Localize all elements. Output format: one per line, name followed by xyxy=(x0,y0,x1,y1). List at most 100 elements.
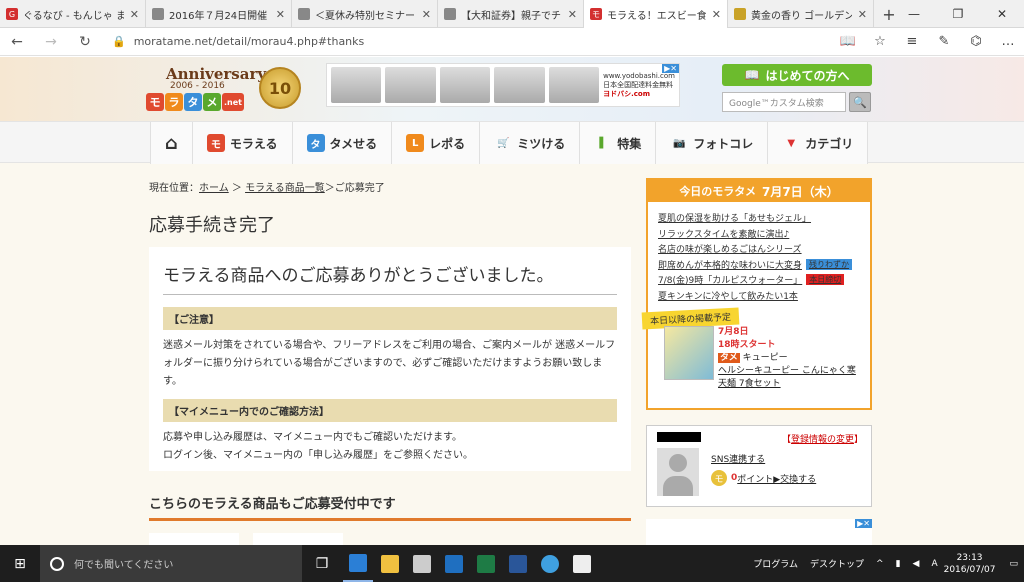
nav-item-tame[interactable]: タタメせる xyxy=(291,122,392,164)
edge-app-icon[interactable] xyxy=(343,545,373,582)
explorer-app-icon[interactable] xyxy=(375,545,405,582)
ie-app-icon[interactable] xyxy=(535,545,565,582)
web-note-icon[interactable]: ✎ xyxy=(928,28,960,56)
browser-tab[interactable]: ＜夏休み特別セミナー＞「親子 ✕ xyxy=(292,0,438,28)
breadcrumb-separator: ＞ xyxy=(228,183,246,194)
reading-view-icon[interactable]: 📖 xyxy=(832,28,864,56)
more-products-thumbs xyxy=(149,533,357,545)
side-ad[interactable]: ▶✕ xyxy=(646,519,872,545)
site-logo[interactable]: Anniversary 2006 - 2016 モ ラ タ メ .net 10 xyxy=(146,63,306,115)
back-icon[interactable]: ← xyxy=(0,28,34,56)
today-item-link[interactable]: 7/8(金)9時「カルピスウォーター」 xyxy=(658,273,802,286)
browser-tab[interactable]: 【大和証券】親子でチャレンジ ✕ xyxy=(438,0,584,28)
ad-banner[interactable]: www.yodobashi.com 日本全国配達料金無料 ヨドバシ.com ▶✕ xyxy=(326,63,680,107)
points-exchange-link[interactable]: ポイント▶交換する xyxy=(737,472,816,485)
points-row[interactable]: モ 0 ポイント▶交換する xyxy=(711,470,816,486)
today-item[interactable]: 夏キンキンに冷やして飲みたい1本 xyxy=(658,288,860,304)
hub-icon[interactable]: ≡ xyxy=(896,28,928,56)
search-button[interactable]: 🔍 xyxy=(849,92,871,112)
ime-icon[interactable]: A xyxy=(931,559,937,569)
more-icon[interactable]: … xyxy=(992,28,1024,56)
tab-favicon-icon xyxy=(298,8,310,20)
close-tab-icon[interactable]: ✕ xyxy=(858,8,867,21)
tab-title: 2016年７月24日開催 大 xyxy=(169,10,270,22)
today-item-link[interactable]: 夏肌の保湿を助ける「あせもジェル」 xyxy=(658,211,811,224)
tab-favicon-icon xyxy=(444,8,456,20)
tab-title: 【大和証券】親子でチャレンジ xyxy=(461,10,562,22)
browser-tab[interactable]: モモラえる！エスビー食品株 ✕ xyxy=(584,0,728,28)
today-item-link[interactable]: 即席めんが本格的な味わいに大変身 xyxy=(658,258,802,271)
favorite-star-icon[interactable]: ☆ xyxy=(864,28,896,56)
notification-icon[interactable]: ▭ xyxy=(1009,559,1018,569)
today-item[interactable]: 夏肌の保湿を助ける「あせもジェル」 xyxy=(658,210,860,226)
file-app-icon[interactable] xyxy=(567,545,597,582)
nav-item-triangle[interactable]: ▼ カテゴリ xyxy=(767,122,869,164)
nav-item-camera[interactable]: 📷 フォトコレ xyxy=(655,122,768,164)
today-item-link[interactable]: リラックスタイムを素敵に演出♪ xyxy=(658,227,789,240)
minimize-icon[interactable]: — xyxy=(892,0,936,28)
nav-item-cart[interactable]: 🛒 ミツける xyxy=(479,122,580,164)
browser-tab[interactable]: 黄金の香り ゴールデンカレー ✕ xyxy=(728,0,874,28)
today-item-link[interactable]: 夏キンキンに冷やして飲みたい1本 xyxy=(658,289,798,302)
ad-choices-icon[interactable]: ▶✕ xyxy=(855,519,872,528)
today-item[interactable]: 即席めんが本格的な味わいに大変身 残りわずか xyxy=(658,257,860,273)
share-icon[interactable]: ⌬ xyxy=(960,28,992,56)
nav-item-repo[interactable]: L レポる xyxy=(391,122,480,164)
today-item[interactable]: リラックスタイムを素敵に演出♪ xyxy=(658,226,860,242)
nav-item-home[interactable]: ⌂ xyxy=(150,122,192,164)
product-thumb[interactable] xyxy=(253,533,343,545)
today-item-link[interactable]: 名店の味が楽しめるごはんシリーズ xyxy=(658,242,802,255)
close-tab-icon[interactable]: ✕ xyxy=(276,8,285,21)
more-products-heading: こちらのモラえる商品もご応募受付中です xyxy=(149,493,631,521)
windows-start-icon[interactable]: ⊞ xyxy=(0,545,40,582)
refresh-icon[interactable]: ↻ xyxy=(68,28,102,56)
close-window-icon[interactable]: ✕ xyxy=(980,0,1024,28)
task-view-icon[interactable]: ❐ xyxy=(302,545,342,582)
volume-icon[interactable]: ◀ xyxy=(913,559,920,569)
excel-app-icon[interactable] xyxy=(471,545,501,582)
close-tab-icon[interactable]: ✕ xyxy=(422,8,431,21)
desktop-toolbar[interactable]: デスクトップ xyxy=(810,557,864,570)
program-toolbar[interactable]: プログラム xyxy=(753,557,798,570)
nav-item-flag[interactable]: ▌ 特集 xyxy=(579,122,656,164)
flag-icon: ▌ xyxy=(599,137,608,149)
today-item[interactable]: 7/8(金)9時「カルピスウォーター」 本日締切 xyxy=(658,272,860,288)
product-thumb[interactable] xyxy=(149,533,239,545)
tray-arrow-icon[interactable]: ^ xyxy=(876,559,884,569)
cortana-placeholder: 何でも聞いてください xyxy=(74,560,174,571)
first-time-button[interactable]: 📖 はじめての方へ xyxy=(722,64,872,86)
outlook-app-icon[interactable] xyxy=(439,545,469,582)
address-bar[interactable]: 🔒 moratame.net/detail/morau4.php#thanks xyxy=(112,35,364,48)
nav-item-morau[interactable]: モモラえる xyxy=(191,122,292,164)
clock[interactable]: 23:13 2016/07/07 xyxy=(944,552,996,576)
product-image[interactable] xyxy=(664,326,714,380)
breadcrumb-prefix: 現在位置： xyxy=(149,183,199,194)
store-app-icon[interactable] xyxy=(407,545,437,582)
brand-net: .net xyxy=(222,93,244,111)
sns-link[interactable]: SNS連携する xyxy=(711,452,765,465)
tab-bar: Gぐるなび - もんじゃ まぐろ家 月✕2016年７月24日開催 大✕＜夏休み特… xyxy=(0,0,1024,28)
upcoming-product-link[interactable]: ヘルシーキユーピー こんにゃく寒天麺 7食セット xyxy=(718,365,858,391)
system-tray: プログラム デスクトップ ^ ▮ ◀ A 23:13 2016/07/07 ▭ xyxy=(747,545,1024,582)
word-app-icon[interactable] xyxy=(503,545,533,582)
browser-tab[interactable]: G ぐるなび - もんじゃ まぐろ家 月 ✕ xyxy=(0,0,146,28)
cortana-search[interactable]: 何でも聞いてください xyxy=(40,545,302,582)
upcoming-date: 7月8日 xyxy=(718,327,749,337)
search-input[interactable]: Google™カスタム検索 xyxy=(722,92,846,112)
maximize-icon[interactable]: ❐ xyxy=(936,0,980,28)
network-icon[interactable]: ▮ xyxy=(896,559,901,569)
forward-icon[interactable]: → xyxy=(34,28,68,56)
close-tab-icon[interactable]: ✕ xyxy=(712,8,721,21)
register-change-link[interactable]: 【登録情報の変更】 xyxy=(782,432,863,445)
tab-favicon-icon xyxy=(152,8,164,20)
close-tab-icon[interactable]: ✕ xyxy=(130,8,139,21)
today-item[interactable]: 名店の味が楽しめるごはんシリーズ xyxy=(658,241,860,257)
brand-wordmark: モ ラ タ メ .net xyxy=(146,93,245,113)
breadcrumb-home[interactable]: ホーム xyxy=(199,183,229,194)
clock-date: 2016/07/07 xyxy=(943,564,996,575)
close-tab-icon[interactable]: ✕ xyxy=(568,8,577,21)
browser-tab[interactable]: 2016年７月24日開催 大 ✕ xyxy=(146,0,292,28)
breadcrumb: 現在位置：ホーム ＞ モラえる商品一覧＞ご応募完了 xyxy=(149,179,385,194)
breadcrumb-list[interactable]: モラえる商品一覧 xyxy=(245,183,325,194)
ad-choices-icon[interactable]: ▶✕ xyxy=(662,64,679,73)
